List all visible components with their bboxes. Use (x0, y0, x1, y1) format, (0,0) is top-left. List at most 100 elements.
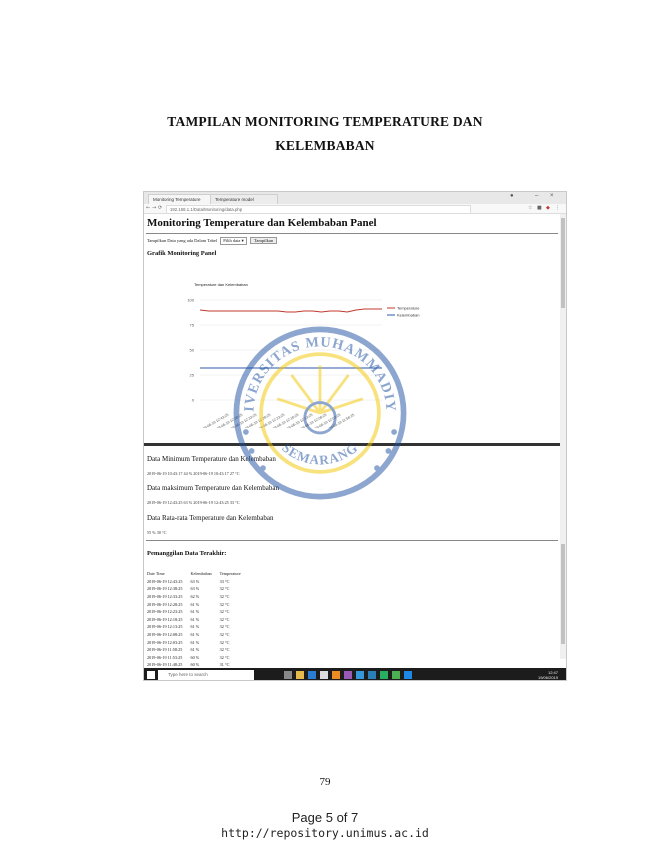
data-select[interactable]: Pilih data ▾ (220, 237, 247, 245)
table-cell: 32 °C (219, 654, 230, 660)
select-label: Tampilkan Data yang ada Dalam Tabel (147, 238, 218, 243)
table-cell: 63 % (190, 586, 200, 592)
document-title-line2: KELEMBABAN (275, 138, 375, 153)
task-view-icon[interactable] (284, 671, 292, 679)
browser-screenshot: Monitoring Temperature Temperature model… (143, 191, 567, 681)
column-header: Date Time (147, 571, 165, 577)
table-row: 2019-06-19 12:28:25 61 % 32 °C (147, 600, 249, 608)
log-heading: Pemanggilan Data Terakhir: (147, 550, 227, 557)
table-cell: 61 % (190, 639, 200, 645)
table-cell: 61 % (190, 609, 200, 615)
table-cell: 61 % (190, 647, 200, 653)
table-cell: 60 % (190, 654, 200, 660)
reload-icon[interactable]: ⟳ (158, 205, 162, 211)
table-cell: 32 °C (219, 601, 230, 607)
app2-icon[interactable] (356, 671, 364, 679)
show-button[interactable]: Tampilkan (249, 237, 278, 244)
y-tick-label: 0 (192, 398, 195, 403)
table-header-row: Date Time Kelembaban Temperature (147, 570, 249, 578)
user-icon[interactable]: ● (510, 193, 514, 199)
chart-title: Temperature dan Kelembaban (194, 282, 248, 287)
table-cell: 63 % (190, 578, 200, 584)
avg-heading: Data Rata-rata Temperature dan Kelembaba… (147, 514, 274, 522)
minimize-icon[interactable]: – (535, 193, 538, 199)
scrollbar-thumb[interactable] (561, 218, 565, 308)
document-title-line1: TAMPILAN MONITORING TEMPERATURE DAN (167, 114, 483, 129)
menu-icon[interactable]: ⋮ (555, 205, 560, 211)
excel-icon[interactable] (380, 671, 388, 679)
table-cell: 61 % (190, 616, 200, 622)
divider (146, 233, 558, 234)
table-row: 2019-06-19 12:33:25 62 % 32 °C (147, 593, 249, 601)
table-cell: 2019-06-19 12:28:25 (147, 601, 183, 607)
table-cell: 32 °C (219, 609, 230, 615)
taskbar-search[interactable]: Type here to search (158, 670, 254, 680)
table-cell: 61 % (190, 601, 200, 607)
chart-lines (199, 308, 382, 369)
page-number: 79 (319, 776, 331, 788)
y-tick-label: 75 (190, 323, 195, 328)
legend-label: Temperature (397, 306, 420, 311)
web-page: Monitoring Temperature dan Kelembaban Pa… (144, 214, 562, 680)
table-cell: 32 °C (219, 586, 230, 592)
star-icon[interactable]: ☆ (528, 205, 532, 211)
forward-icon[interactable]: → (152, 205, 156, 211)
table-cell: 62 % (190, 594, 200, 600)
chart-heading: Grafik Monitoring Panel (147, 250, 217, 257)
chrome-icon[interactable] (392, 671, 400, 679)
table-row: 2019-06-19 12:03:25 61 % 32 °C (147, 638, 249, 646)
table-row: 2019-06-19 12:18:25 61 % 32 °C (147, 616, 249, 624)
chart-legend: Temperature Kelembaban (387, 306, 420, 318)
min-heading: Data Minimum Temperature dan Kelembaban (147, 455, 276, 463)
scrollbar-thumb-lower[interactable] (561, 544, 565, 644)
table-cell: 32 °C (219, 639, 230, 645)
table-cell: 2019-06-19 12:43:25 (147, 578, 183, 584)
edge-icon[interactable] (308, 671, 316, 679)
legend-label: Kelembaban (397, 313, 419, 318)
taskbar: Type here to search 12:47 19/06/2019 (144, 668, 566, 680)
table-row: 2019-06-19 11:58:25 61 % 32 °C (147, 646, 249, 654)
chart-y-ticks: 100 75 50 25 0 (187, 298, 194, 403)
table-cell: 61 % (190, 624, 200, 630)
table-cell: 2019-06-19 12:03:25 (147, 639, 183, 645)
xampp-icon[interactable] (332, 671, 340, 679)
store-icon[interactable] (320, 671, 328, 679)
avg-value: 55 % 30 °C (147, 530, 167, 535)
windows-start-icon[interactable] (147, 671, 155, 679)
column-header: Kelembaban (190, 571, 212, 577)
extension-red-icon[interactable]: ◆ (546, 205, 550, 211)
data-log-table: Date Time Kelembaban Temperature 2019-06-19… (147, 570, 249, 680)
y-tick-label: 25 (190, 373, 195, 378)
min-value: 2019-06-19 10:43:17 44 % 2019-06-19 10:4… (147, 471, 240, 476)
url-field[interactable]: 192.168.1.1/Data/Monitoring/data.php (166, 205, 471, 214)
app3-icon[interactable] (404, 671, 412, 679)
extension-icon[interactable]: ■ (537, 205, 542, 211)
table-cell: 32 °C (219, 647, 230, 653)
scrollbar[interactable] (560, 214, 566, 659)
clock-date: 19/06/2019 (537, 675, 558, 680)
table-cell: 33 °C (219, 578, 230, 584)
table-row: 2019-06-19 12:13:25 61 % 32 °C (147, 623, 249, 631)
chevron-down-icon: ▾ (241, 238, 244, 243)
word-icon[interactable] (368, 671, 376, 679)
file-explorer-icon[interactable] (296, 671, 304, 679)
app-icon[interactable] (344, 671, 352, 679)
monitoring-chart: Temperature dan Kelembaban 100 75 50 25 0 Te… (187, 282, 420, 428)
divider (146, 540, 558, 541)
table-cell: 32 °C (219, 616, 230, 622)
table-cell: 2019-06-19 11:53:25 (147, 654, 183, 660)
data-select-value: Pilih data (223, 238, 241, 243)
close-icon[interactable]: × (550, 193, 554, 199)
system-clock[interactable]: 12:47 19/06/2019 (538, 670, 558, 680)
table-cell: 2019-06-19 12:18:25 (147, 616, 183, 622)
table-cell: 2019-06-19 11:58:25 (147, 647, 183, 653)
page-heading: Monitoring Temperature dan Kelembaban Pa… (147, 217, 377, 229)
table-cell: 2019-06-19 12:08:25 (147, 632, 183, 638)
table-cell: 2019-06-19 12:38:25 (147, 586, 183, 592)
table-cell: 32 °C (219, 632, 230, 638)
address-bar: ← → ⟳ 192.168.1.1/Data/Monitoring/data.p… (144, 204, 566, 214)
table-cell: 32 °C (219, 594, 230, 600)
footer-repository-url[interactable]: http://repository.unimus.ac.id (0, 826, 650, 840)
back-icon[interactable]: ← (146, 205, 150, 211)
browser-tab-bar: Monitoring Temperature Temperature model… (144, 192, 566, 205)
